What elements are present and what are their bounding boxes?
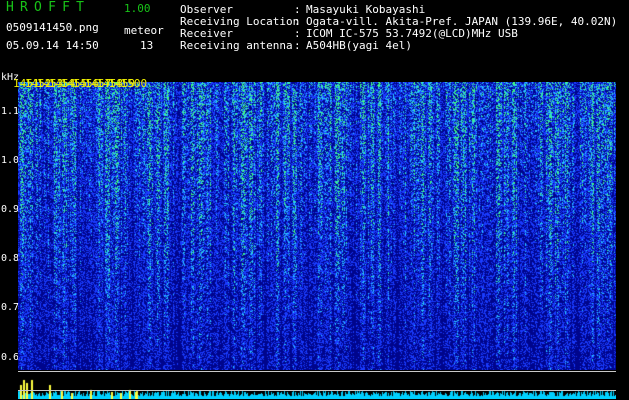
meteor-label: meteor: [124, 24, 164, 37]
app-title: HROFFT: [6, 0, 91, 15]
y-tick-label: 0.7: [1, 302, 20, 314]
app-version: 1.00: [124, 2, 151, 15]
y-tick-label: 1.0: [1, 154, 20, 166]
capture-time: 05.09.14 14:50: [6, 39, 99, 52]
y-tick-label: 0.6: [1, 351, 20, 363]
count-baseline-bottom: [18, 390, 616, 391]
spectrogram-image: [18, 82, 616, 370]
y-tick-label: 0.9: [1, 204, 20, 215]
info-value-antenna: A504HB(yagi 4el): [306, 39, 412, 52]
info-colon-antenna: :: [294, 39, 301, 52]
count-baseline-top: [18, 371, 616, 372]
info-label-antenna: Receiving antenna: [180, 39, 293, 52]
file-name: 0509141450.png: [6, 21, 99, 34]
y-tick-label: 0.8: [1, 253, 20, 265]
y-tick-label: 1.1: [1, 105, 20, 117]
meteor-count: 13: [140, 39, 154, 52]
meteor-count-strip: [18, 377, 616, 399]
time-label: 1500: [120, 77, 148, 90]
